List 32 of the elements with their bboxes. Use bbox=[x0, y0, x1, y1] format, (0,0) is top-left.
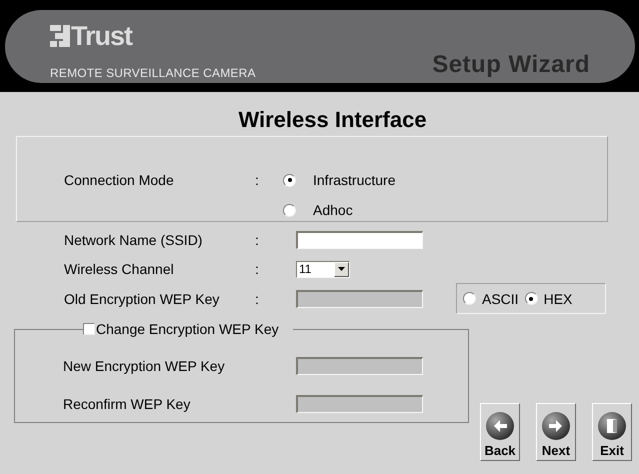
back-button[interactable]: Back bbox=[480, 403, 520, 461]
field-label: Old Encryption WEP Key bbox=[64, 290, 220, 306]
product-subtitle: REMOTE SURVEILLANCE CAMERA bbox=[50, 66, 256, 80]
radio-label: ASCII bbox=[482, 290, 519, 306]
next-button[interactable]: Next bbox=[536, 403, 576, 461]
radio-label: Infrastructure bbox=[313, 172, 396, 188]
radio-button[interactable] bbox=[283, 204, 296, 216]
field-label: Connection Mode bbox=[64, 172, 175, 188]
radio-button[interactable] bbox=[283, 174, 296, 186]
logo-icon bbox=[50, 25, 70, 47]
channel-dropdown[interactable]: 11 bbox=[296, 260, 350, 278]
exit-button[interactable]: Exit bbox=[592, 403, 632, 461]
radio-label: Adhoc bbox=[313, 202, 353, 218]
field-label: Reconfirm WEP Key bbox=[63, 396, 192, 412]
checkbox-label: Change Encryption WEP Key bbox=[96, 321, 279, 337]
colon: : bbox=[255, 261, 260, 277]
dropdown-arrow-icon bbox=[338, 267, 345, 271]
field-label: New Encryption WEP Key bbox=[63, 358, 226, 374]
wizard-title: Setup Wizard bbox=[432, 51, 590, 79]
input-field[interactable] bbox=[296, 231, 423, 249]
radio-label: HEX bbox=[544, 290, 572, 306]
colon: : bbox=[255, 232, 260, 248]
checkbox[interactable] bbox=[83, 323, 95, 335]
colon: : bbox=[255, 290, 260, 306]
field-label: Network Name (SSID) bbox=[64, 232, 204, 248]
logo-text: Trust bbox=[71, 22, 132, 50]
colon: : bbox=[255, 172, 260, 188]
door-icon bbox=[597, 411, 627, 441]
page-title: Wireless Interface bbox=[237, 108, 428, 132]
field-label: Wireless Channel bbox=[64, 261, 175, 277]
radio-button[interactable] bbox=[524, 292, 538, 305]
radio-button[interactable] bbox=[463, 292, 476, 305]
